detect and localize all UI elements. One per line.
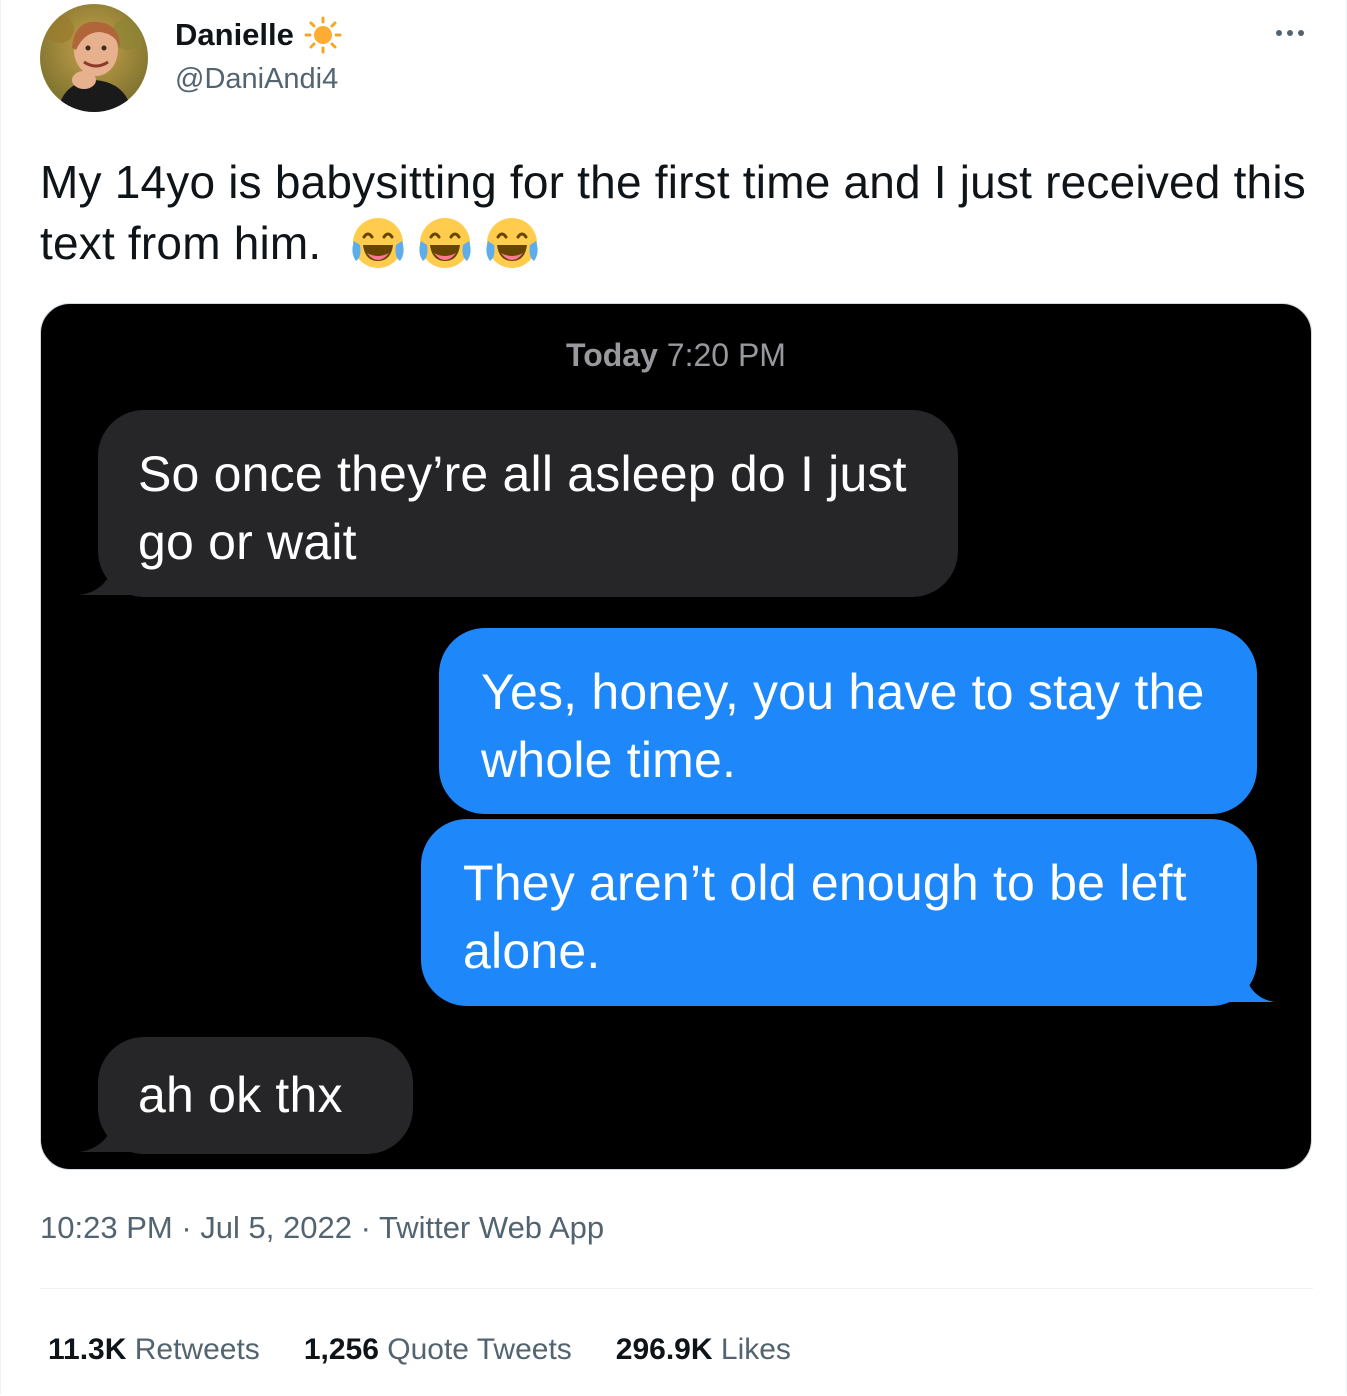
face-with-tears-of-joy-icon bbox=[486, 218, 538, 268]
separator: · bbox=[181, 1210, 192, 1245]
face-with-tears-of-joy-icon bbox=[419, 218, 471, 268]
face-with-tears-of-joy-icon bbox=[352, 218, 404, 268]
message-text: So once they’re all asleep do I just go … bbox=[138, 446, 907, 570]
tweet-source[interactable]: Twitter Web App bbox=[379, 1210, 604, 1245]
tweet-meta: 10:23 PM · Jul 5, 2022 · Twitter Web App bbox=[40, 1208, 604, 1248]
more-dot-icon bbox=[1298, 30, 1304, 36]
separator: · bbox=[360, 1210, 371, 1245]
received-message: So once they’re all asleep do I just go … bbox=[98, 410, 958, 597]
likes-stat[interactable]: 296.9K Likes bbox=[616, 1330, 791, 1370]
message-text: They aren’t old enough to be left alone. bbox=[463, 855, 1187, 979]
divider bbox=[40, 1288, 1313, 1289]
more-options-button[interactable] bbox=[1266, 18, 1314, 48]
author-handle[interactable]: @DaniAndi4 bbox=[175, 62, 338, 96]
retweets-count: 11.3K bbox=[48, 1333, 127, 1366]
tweet-body: My 14yo is babysitting for the first tim… bbox=[40, 156, 1306, 269]
retweets-label: Retweets bbox=[134, 1333, 260, 1366]
message-timestamp-time: 7:20 PM bbox=[666, 337, 786, 373]
message-text: Yes, honey, you have to stay the whole t… bbox=[481, 664, 1205, 788]
message-timestamp-day: Today bbox=[566, 337, 658, 373]
tweet-stats: 11.3K Retweets 1,256 Quote Tweets 296.9K… bbox=[48, 1330, 835, 1370]
message-text: ah ok thx bbox=[138, 1067, 343, 1123]
more-dot-icon bbox=[1287, 30, 1293, 36]
more-dot-icon bbox=[1276, 30, 1282, 36]
avatar[interactable] bbox=[40, 4, 148, 112]
quotes-label: Quote Tweets bbox=[387, 1333, 572, 1366]
sent-message: Yes, honey, you have to stay the whole t… bbox=[439, 628, 1257, 814]
sun-icon bbox=[304, 16, 342, 54]
retweets-stat[interactable]: 11.3K Retweets bbox=[48, 1330, 260, 1370]
message-timestamp: Today 7:20 PM bbox=[41, 337, 1311, 374]
author-name-row[interactable]: Danielle bbox=[175, 16, 342, 54]
tweet-text: My 14yo is babysitting for the first tim… bbox=[40, 152, 1310, 274]
tweet-time[interactable]: 10:23 PM bbox=[40, 1210, 173, 1245]
sent-message: They aren’t old enough to be left alone. bbox=[421, 819, 1257, 1006]
likes-count: 296.9K bbox=[615, 1333, 713, 1366]
author-name[interactable]: Danielle bbox=[175, 17, 294, 53]
received-message: ah ok thx bbox=[98, 1037, 413, 1154]
tweet-date[interactable]: Jul 5, 2022 bbox=[200, 1210, 352, 1245]
quote-tweets-stat[interactable]: 1,256 Quote Tweets bbox=[304, 1330, 572, 1370]
likes-label: Likes bbox=[720, 1333, 791, 1366]
quotes-count: 1,256 bbox=[303, 1333, 379, 1366]
tweet-image[interactable]: Today 7:20 PM So once they’re all asleep… bbox=[40, 303, 1312, 1170]
